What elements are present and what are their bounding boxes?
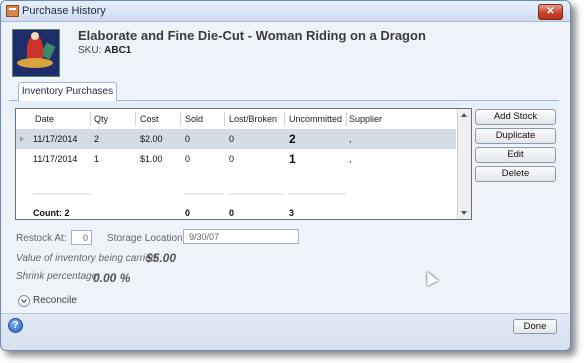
restock-label: Restock At: <box>16 233 67 244</box>
total-count: Count: 2 <box>33 208 70 218</box>
product-title: Elaborate and Fine Die-Cut - Woman Ridin… <box>78 28 426 43</box>
totals-row: Count: 2 0 0 3 <box>16 203 456 219</box>
dialog-footer <box>1 313 570 350</box>
grid-scrollbar[interactable] <box>457 109 471 219</box>
column-header-cost[interactable]: Cost <box>140 109 159 129</box>
help-icon[interactable]: ? <box>8 318 23 333</box>
inventory-value: $5.00 <box>146 251 177 265</box>
app-window-icon <box>6 5 19 17</box>
done-button[interactable]: Done <box>513 319 557 334</box>
cell-lost-broken: 0 <box>229 154 235 164</box>
cell-supplier: , <box>349 154 352 164</box>
title-bar: Purchase History ✕ <box>1 1 570 22</box>
reconcile-expand-icon[interactable] <box>18 295 30 307</box>
purchase-history-window: Purchase History ✕ Elaborate and Fine Di… <box>0 0 571 351</box>
column-header-qty[interactable]: Qty <box>94 109 108 129</box>
storage-location-label: Storage Location: <box>107 233 186 244</box>
close-button[interactable]: ✕ <box>538 4 563 20</box>
duplicate-button[interactable]: Duplicate <box>475 128 556 144</box>
total-uncommitted: 3 <box>289 208 295 218</box>
delete-button[interactable]: Delete <box>475 166 556 182</box>
cell-sold: 0 <box>185 134 191 144</box>
inventory-value-label: Value of inventory being carried: <box>16 253 160 264</box>
shrink-value: 0.00 % <box>93 271 131 285</box>
cell-supplier: , <box>349 134 352 144</box>
table-row[interactable]: 11/17/2014 2 $2.00 0 0 2 , <box>16 129 456 149</box>
scroll-down-arrow-icon[interactable] <box>461 211 467 215</box>
sku-label: SKU: <box>78 45 102 56</box>
sku-value: ABC1 <box>104 45 132 56</box>
scroll-up-arrow-icon[interactable] <box>461 113 467 117</box>
total-sold: 0 <box>185 208 191 218</box>
purchases-grid: Date Qty Cost Sold Lost/Broken Uncommitt… <box>15 108 472 220</box>
cell-date: 11/17/2014 <box>33 154 78 164</box>
cell-cost: $1.00 <box>140 154 163 164</box>
edit-button[interactable]: Edit <box>475 147 556 163</box>
cell-qty: 2 <box>94 134 100 144</box>
column-header-lost-broken[interactable]: Lost/Broken <box>229 109 277 129</box>
grid-header-row: Date Qty Cost Sold Lost/Broken Uncommitt… <box>16 109 456 130</box>
tab-inventory-purchases[interactable]: Inventory Purchases <box>18 82 117 101</box>
row-selector-icon <box>20 136 24 142</box>
window-title: Purchase History <box>22 5 106 17</box>
column-header-uncommitted[interactable]: Uncommitted <box>289 109 342 129</box>
cell-lost-broken: 0 <box>229 134 235 144</box>
cell-uncommitted: 2 <box>289 132 296 146</box>
cell-sold: 0 <box>185 154 191 164</box>
shrink-label: Shrink percentage: <box>16 271 100 282</box>
product-image <box>12 29 60 77</box>
table-row[interactable]: 11/17/2014 1 $1.00 0 0 1 , <box>16 149 456 169</box>
restock-input[interactable]: 0 <box>71 230 92 245</box>
cell-qty: 1 <box>94 154 100 164</box>
cell-date: 11/17/2014 <box>33 134 78 144</box>
column-header-sold[interactable]: Sold <box>185 109 203 129</box>
column-header-supplier[interactable]: Supplier <box>349 109 382 129</box>
column-header-date[interactable]: Date <box>35 109 54 129</box>
cell-cost: $2.00 <box>140 134 163 144</box>
product-sku: SKU: ABC1 <box>78 45 131 56</box>
add-stock-button[interactable]: Add Stock <box>475 109 556 125</box>
reconcile-label[interactable]: Reconcile <box>33 295 77 306</box>
total-lost-broken: 0 <box>229 208 235 218</box>
storage-location-input[interactable]: 9/30/07 <box>183 229 299 244</box>
cell-uncommitted: 1 <box>289 152 296 166</box>
